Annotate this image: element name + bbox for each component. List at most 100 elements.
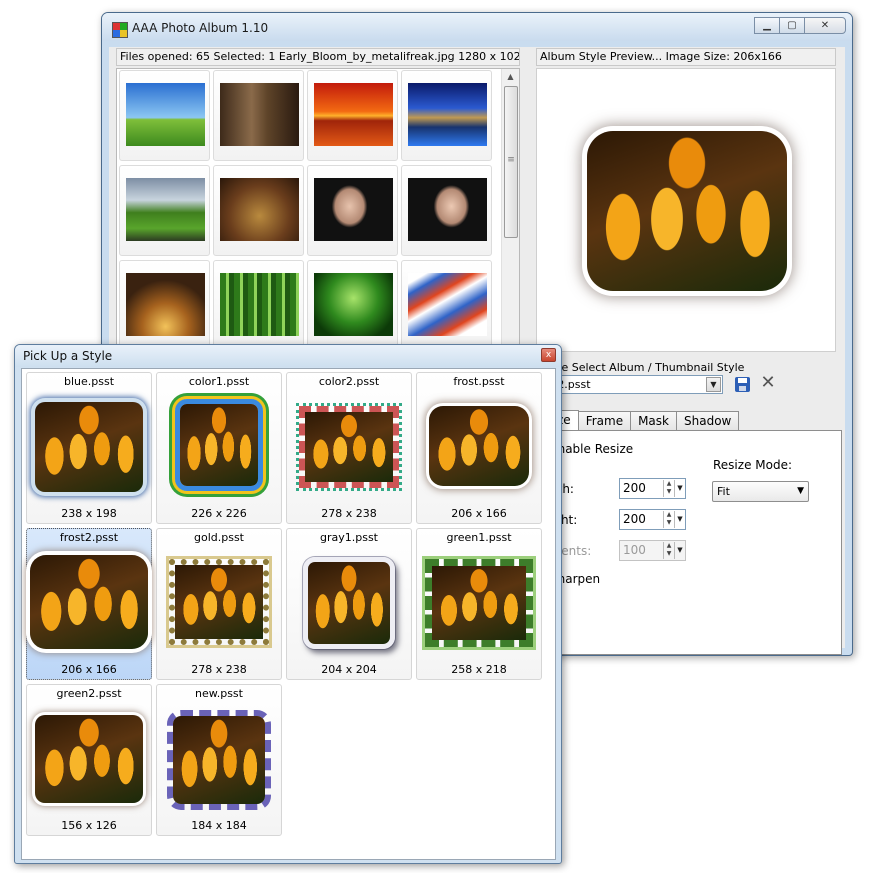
thumbnail-image bbox=[220, 178, 299, 241]
style-card-color1[interactable]: color1.psst 226 x 226 bbox=[156, 372, 282, 524]
resize-tab-panel: Enable Resize Resize Mode: Fit ▼ dth: 20… bbox=[549, 430, 842, 655]
thumbnail-image bbox=[126, 178, 205, 241]
settings-tabs: ze Frame Mask Shadow bbox=[549, 410, 740, 431]
resize-mode-label: Resize Mode: bbox=[713, 458, 793, 472]
percents-dropdown: ▼ bbox=[674, 542, 685, 559]
style-preview bbox=[166, 556, 272, 648]
window-title: AAA Photo Album 1.10 bbox=[132, 21, 269, 35]
style-card-gold[interactable]: gold.psst 278 x 238 bbox=[156, 528, 282, 680]
style-size: 226 x 226 bbox=[191, 507, 247, 520]
album-style-preview bbox=[536, 68, 836, 352]
scroll-up-arrow-icon[interactable]: ▲ bbox=[502, 69, 519, 85]
style-card-color2[interactable]: color2.psst 278 x 238 bbox=[286, 372, 412, 524]
style-name: green2.psst bbox=[56, 687, 122, 700]
style-size: 156 x 126 bbox=[61, 819, 117, 832]
thumbnail-image bbox=[126, 83, 205, 146]
resize-mode-value: Fit bbox=[717, 485, 730, 498]
style-preview bbox=[35, 402, 143, 492]
style-name: color1.psst bbox=[188, 375, 250, 388]
thumbnail-image bbox=[314, 178, 393, 241]
style-size: 258 x 218 bbox=[451, 663, 507, 676]
style-name: gold.psst bbox=[193, 531, 244, 544]
dialog-close-button[interactable]: x bbox=[541, 348, 556, 362]
save-icon[interactable] bbox=[735, 377, 750, 392]
style-size: 278 x 238 bbox=[191, 663, 247, 676]
thumbnail[interactable] bbox=[401, 165, 492, 256]
style-name: frost2.psst bbox=[59, 531, 119, 544]
thumbnail[interactable] bbox=[213, 165, 304, 256]
chevron-down-icon[interactable]: ▼ bbox=[706, 377, 721, 392]
scroll-thumb[interactable]: ≡ bbox=[504, 86, 518, 238]
maximize-button[interactable]: ▢ bbox=[779, 17, 805, 34]
style-preview bbox=[30, 555, 148, 649]
style-card-green1[interactable]: green1.psst 258 x 218 bbox=[416, 528, 542, 680]
close-button[interactable]: ✕ bbox=[804, 17, 846, 34]
width-dropdown[interactable]: ▼ bbox=[674, 480, 685, 497]
thumbnail-image bbox=[408, 178, 487, 241]
style-size: 206 x 166 bbox=[451, 507, 507, 520]
thumbnail[interactable] bbox=[119, 70, 210, 161]
style-card-frost2[interactable]: frost2.psst 206 x 166 bbox=[26, 528, 152, 680]
style-name: gray1.psst bbox=[319, 531, 378, 544]
style-preview bbox=[429, 406, 529, 486]
percents-spinner: ▲ ▼ bbox=[663, 542, 674, 559]
width-input[interactable]: 200 ▲ ▼ ▼ bbox=[619, 478, 686, 499]
style-select[interactable]: t2.psst ▼ bbox=[549, 375, 723, 394]
style-card-new[interactable]: new.psst 184 x 184 bbox=[156, 684, 282, 836]
style-card-frost[interactable]: frost.psst 206 x 166 bbox=[416, 372, 542, 524]
thumbnail[interactable] bbox=[119, 165, 210, 256]
height-value: 200 bbox=[623, 512, 646, 526]
style-preview bbox=[175, 399, 263, 491]
thumbnail-scrollbar[interactable]: ▲ ≡ bbox=[501, 69, 519, 347]
thumbnail-image bbox=[408, 273, 487, 336]
style-name: frost.psst bbox=[453, 375, 505, 388]
thumbnail[interactable] bbox=[307, 165, 398, 256]
thumbnail[interactable] bbox=[213, 70, 304, 161]
thumbnail[interactable] bbox=[401, 260, 492, 347]
title-bar[interactable]: AAA Photo Album 1.10 ▁ ▢ ✕ bbox=[102, 13, 852, 41]
style-card-green2[interactable]: green2.psst 156 x 126 bbox=[26, 684, 152, 836]
thumbnail-image bbox=[220, 273, 299, 336]
thumbnail[interactable] bbox=[401, 70, 492, 161]
preview-header: Album Style Preview... Image Size: 206x1… bbox=[536, 48, 836, 66]
style-preview bbox=[167, 710, 271, 810]
style-size: 206 x 166 bbox=[61, 663, 117, 676]
thumbnail-panel[interactable]: ▲ ≡ bbox=[116, 68, 520, 348]
width-value: 200 bbox=[623, 481, 646, 495]
style-card-blue[interactable]: blue.psst 238 x 198 bbox=[26, 372, 152, 524]
thumbnail[interactable] bbox=[213, 260, 304, 347]
preview-image bbox=[587, 131, 787, 291]
height-input[interactable]: 200 ▲ ▼ ▼ bbox=[619, 509, 686, 530]
pick-style-dialog: Pick Up a Style x blue.psst 238 x 198 co… bbox=[14, 344, 562, 864]
tab-mask[interactable]: Mask bbox=[630, 411, 677, 430]
percents-value: 100 bbox=[623, 543, 646, 557]
style-preview bbox=[296, 403, 402, 491]
style-name: blue.psst bbox=[63, 375, 115, 388]
style-preview bbox=[303, 557, 395, 649]
style-name: green1.psst bbox=[446, 531, 512, 544]
thumbnail[interactable] bbox=[307, 260, 398, 347]
chevron-down-icon: ▼ bbox=[797, 486, 804, 496]
delete-icon[interactable]: ✕ bbox=[759, 374, 777, 392]
style-card-gray1[interactable]: gray1.psst 204 x 204 bbox=[286, 528, 412, 680]
style-size: 278 x 238 bbox=[321, 507, 377, 520]
file-status-bar: Files opened: 65 Selected: 1 Early_Bloom… bbox=[116, 48, 520, 66]
style-size: 204 x 204 bbox=[321, 663, 377, 676]
height-dropdown[interactable]: ▼ bbox=[674, 511, 685, 528]
minimize-button[interactable]: ▁ bbox=[754, 17, 780, 34]
dialog-title: Pick Up a Style bbox=[23, 349, 113, 363]
thumbnail[interactable] bbox=[307, 70, 398, 161]
enable-resize-label[interactable]: Enable Resize bbox=[550, 442, 633, 456]
thumbnail-image bbox=[220, 83, 299, 146]
width-spinner[interactable]: ▲ ▼ bbox=[663, 480, 674, 497]
style-grid: blue.psst 238 x 198 color1.psst 226 x 22… bbox=[21, 368, 556, 860]
thumbnail-image bbox=[314, 83, 393, 146]
style-name: new.psst bbox=[195, 687, 243, 700]
tab-shadow[interactable]: Shadow bbox=[676, 411, 740, 430]
dialog-title-bar[interactable]: Pick Up a Style x bbox=[15, 345, 561, 367]
height-spinner[interactable]: ▲ ▼ bbox=[663, 511, 674, 528]
resize-mode-select[interactable]: Fit ▼ bbox=[712, 481, 809, 502]
tab-frame[interactable]: Frame bbox=[577, 411, 632, 430]
thumbnail-image bbox=[314, 273, 393, 336]
thumbnail[interactable] bbox=[119, 260, 210, 347]
